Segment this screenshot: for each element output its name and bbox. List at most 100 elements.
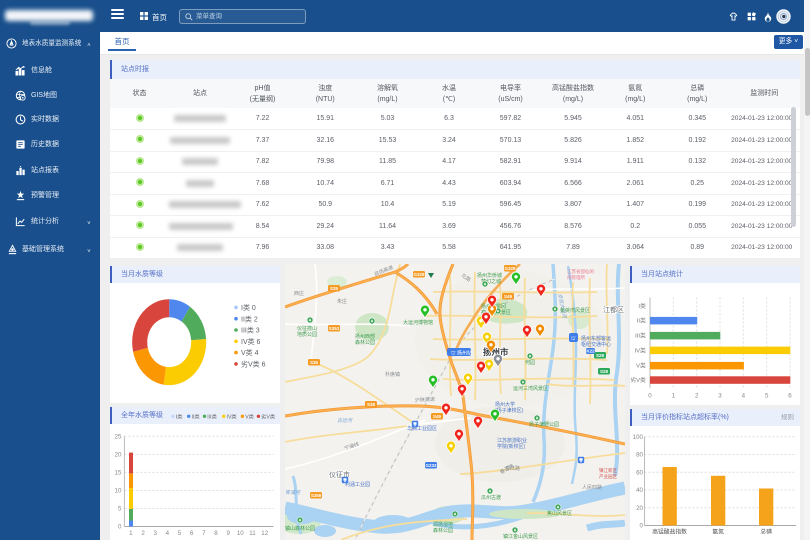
svg-text:地质公园: 地质公园 [297, 331, 317, 338]
svg-text:劣V类 6: 劣V类 6 [241, 360, 266, 369]
svg-text:高锰酸盐指数: 高锰酸盐指数 [652, 528, 687, 536]
svg-text:IV类 6: IV类 6 [241, 337, 261, 346]
svg-text:G328: G328 [504, 266, 516, 271]
svg-text:G233: G233 [425, 463, 437, 468]
svg-text:森林公园: 森林公园 [433, 527, 453, 534]
svg-text:6: 6 [190, 530, 194, 537]
svg-text:4: 4 [166, 530, 170, 537]
svg-text:镇山森林公园: 镇山森林公园 [285, 525, 315, 532]
svg-text:60: 60 [636, 469, 643, 476]
svg-text:15: 15 [115, 470, 122, 477]
svg-text:5: 5 [765, 392, 769, 399]
svg-text:10: 10 [115, 488, 122, 495]
svg-text:西庄: 西庄 [294, 290, 304, 297]
svg-text:⛫ 扬州站: ⛫ 扬州站 [451, 350, 472, 357]
svg-text:11: 11 [249, 530, 256, 537]
svg-text:润扬湿地: 润扬湿地 [433, 521, 453, 528]
svg-text:S356: S356 [311, 493, 322, 498]
svg-text:V类: V类 [245, 412, 254, 420]
svg-text:III类 3: III类 3 [241, 326, 260, 335]
svg-text:瓜州古渡: 瓜州古渡 [481, 494, 501, 501]
svg-text:II类 2: II类 2 [241, 314, 258, 323]
svg-text:80: 80 [636, 452, 643, 459]
svg-text:V类: V类 [636, 362, 646, 370]
svg-text:学院(新校区): 学院(新校区) [497, 443, 526, 450]
svg-text:人民四路: 人民四路 [582, 484, 602, 491]
svg-text:S28: S28 [596, 353, 605, 358]
svg-text:20: 20 [115, 452, 122, 459]
svg-text:2: 2 [141, 530, 145, 537]
svg-text:运河三湾风景区: 运河三湾风景区 [513, 385, 548, 392]
svg-text:IV类: IV类 [227, 412, 237, 420]
svg-text:江苏旅游职业: 江苏旅游职业 [497, 437, 527, 444]
svg-text:IV类: IV类 [635, 346, 646, 354]
svg-text:III类: III类 [207, 412, 217, 420]
svg-text:G328: G328 [413, 272, 425, 277]
svg-text:K22: K22 [586, 349, 595, 354]
svg-text:扬州西部: 扬州西部 [355, 333, 375, 340]
svg-text:V类 4: V类 4 [241, 348, 259, 357]
svg-text:朴席镇: 朴席镇 [385, 371, 400, 378]
svg-text:4: 4 [742, 392, 746, 399]
svg-text:华腾工业园区: 华腾工业园区 [407, 425, 437, 432]
svg-text:何园: 何园 [525, 359, 535, 366]
svg-text:镇江金山风景区: 镇江金山风景区 [503, 533, 538, 540]
svg-text:扬州东部客运: 扬州东部客运 [581, 335, 611, 342]
svg-text:1: 1 [129, 530, 133, 537]
svg-text:氨氮: 氨氮 [712, 528, 724, 536]
svg-text:森林公园: 森林公园 [355, 339, 375, 346]
svg-text:7: 7 [202, 530, 206, 537]
svg-text:利涵工业园: 利涵工业园 [345, 481, 370, 488]
svg-text:12: 12 [261, 530, 268, 537]
svg-text:S35: S35 [330, 286, 339, 291]
svg-text:3: 3 [718, 392, 722, 399]
svg-text:扬子津野公园: 扬子津野公园 [529, 421, 559, 428]
svg-text:3: 3 [153, 530, 157, 537]
svg-text:9: 9 [226, 530, 230, 537]
svg-text:⛫: ⛫ [571, 336, 576, 342]
svg-text:扬州华侨城: 扬州华侨城 [477, 272, 502, 279]
svg-text:闲管理所: 闲管理所 [567, 274, 585, 281]
svg-text:10: 10 [237, 530, 244, 537]
svg-text:S353: S353 [329, 326, 340, 331]
svg-text:5: 5 [178, 530, 182, 537]
svg-text:劣V类: 劣V类 [261, 412, 275, 420]
svg-text:20: 20 [636, 505, 643, 512]
svg-text:S35: S35 [310, 360, 319, 365]
svg-text:茱萸湾风景区: 茱萸湾风景区 [560, 307, 590, 314]
svg-text:40: 40 [636, 487, 643, 494]
svg-text:焦山风景区: 焦山风景区 [547, 510, 572, 517]
svg-text:胥浦河: 胥浦河 [285, 489, 301, 496]
svg-text:I类: I类 [638, 302, 646, 310]
svg-text:沪陕高速: 沪陕高速 [415, 396, 435, 404]
svg-text:S49: S49 [433, 414, 442, 419]
svg-text:S49: S49 [504, 294, 513, 299]
svg-text:5: 5 [118, 506, 122, 513]
svg-text:劣V类: 劣V类 [630, 376, 646, 384]
svg-text:100: 100 [633, 434, 644, 441]
svg-text:0: 0 [118, 524, 122, 531]
svg-text:朱庄: 朱庄 [337, 298, 347, 305]
svg-text:II类: II类 [192, 412, 200, 420]
svg-text:2: 2 [695, 392, 699, 399]
svg-text:I类: I类 [176, 412, 183, 420]
svg-text:扬州大学: 扬州大学 [495, 401, 515, 408]
svg-text:镇江新区: 镇江新区 [599, 467, 617, 474]
svg-text:0: 0 [640, 523, 644, 530]
svg-text:I类 0: I类 0 [241, 303, 256, 312]
svg-text:S38: S38 [367, 402, 376, 407]
svg-text:古运河: 古运河 [337, 417, 353, 424]
svg-text:产业园区: 产业园区 [599, 473, 617, 480]
svg-text:6: 6 [788, 392, 792, 399]
svg-text:仪征捺山: 仪征捺山 [297, 325, 317, 332]
svg-text:0: 0 [648, 392, 652, 399]
svg-text:枢纽交通中心: 枢纽交通中心 [581, 341, 611, 348]
svg-text:II类: II类 [637, 317, 646, 325]
svg-text:III类: III类 [635, 332, 646, 340]
svg-text:大运河博物馆: 大运河博物馆 [403, 319, 433, 326]
svg-text:1: 1 [672, 392, 676, 399]
svg-text:8: 8 [214, 530, 218, 537]
svg-text:江都区: 江都区 [603, 306, 624, 314]
svg-text:江苏省邵仙闲: 江苏省邵仙闲 [567, 268, 594, 275]
svg-text:25: 25 [115, 433, 122, 440]
